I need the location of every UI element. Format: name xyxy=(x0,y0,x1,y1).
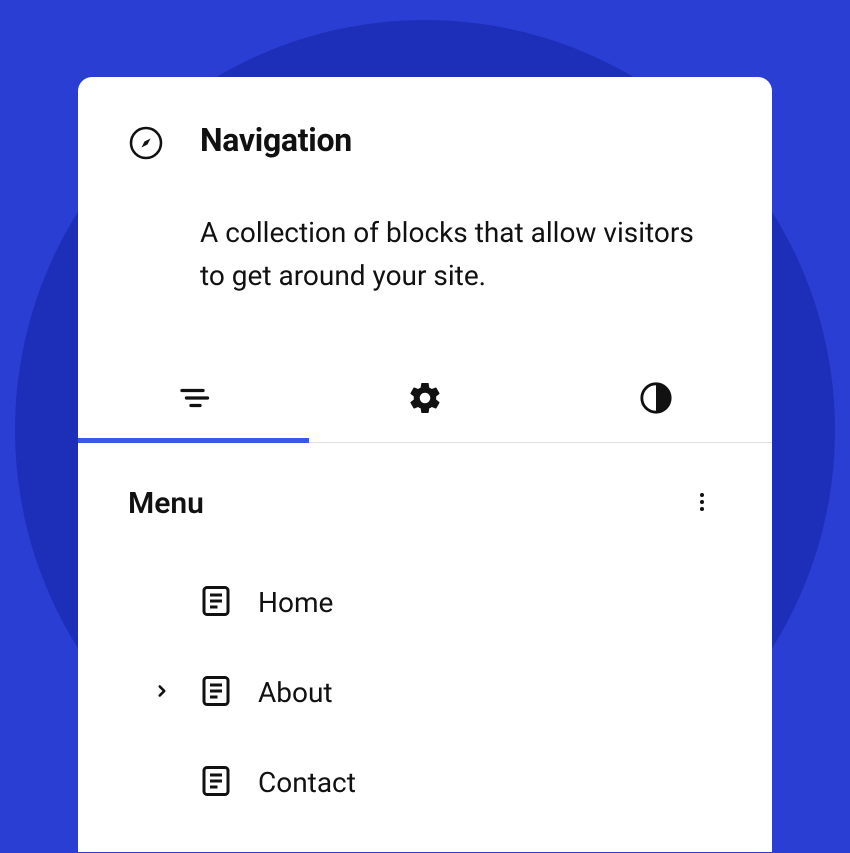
menu-heading: Menu xyxy=(128,486,204,521)
compass-icon xyxy=(128,125,164,165)
gear-icon xyxy=(407,380,443,420)
menu-header: Menu xyxy=(128,479,722,529)
list-icon xyxy=(176,380,212,420)
navigation-panel: Navigation A collection of blocks that a… xyxy=(78,77,772,852)
panel-description: A collection of blocks that allow visito… xyxy=(200,211,722,298)
page-icon xyxy=(198,763,234,803)
chevron-right-icon xyxy=(153,682,171,704)
menu-items-list: Home xyxy=(128,583,722,803)
more-options-button[interactable] xyxy=(682,479,722,529)
menu-item-home[interactable]: Home xyxy=(150,583,722,623)
panel-header: Navigation A collection of blocks that a… xyxy=(78,77,772,328)
expand-toggle[interactable] xyxy=(150,682,174,704)
menu-item-label: Home xyxy=(258,586,333,619)
tab-bar xyxy=(78,358,772,443)
tab-settings[interactable] xyxy=(309,358,540,442)
contrast-icon xyxy=(639,381,673,419)
panel-title: Navigation xyxy=(200,121,722,159)
header-content: Navigation A collection of blocks that a… xyxy=(200,121,722,298)
tab-styles[interactable] xyxy=(541,358,772,442)
menu-section: Menu xyxy=(78,443,772,853)
more-vertical-icon xyxy=(690,502,714,521)
page-icon xyxy=(198,673,234,713)
page-icon xyxy=(198,583,234,623)
menu-item-contact[interactable]: Contact xyxy=(150,763,722,803)
menu-item-about[interactable]: About xyxy=(150,673,722,713)
tab-list[interactable] xyxy=(78,358,309,442)
menu-item-label: Contact xyxy=(258,766,356,799)
menu-item-label: About xyxy=(258,676,333,709)
